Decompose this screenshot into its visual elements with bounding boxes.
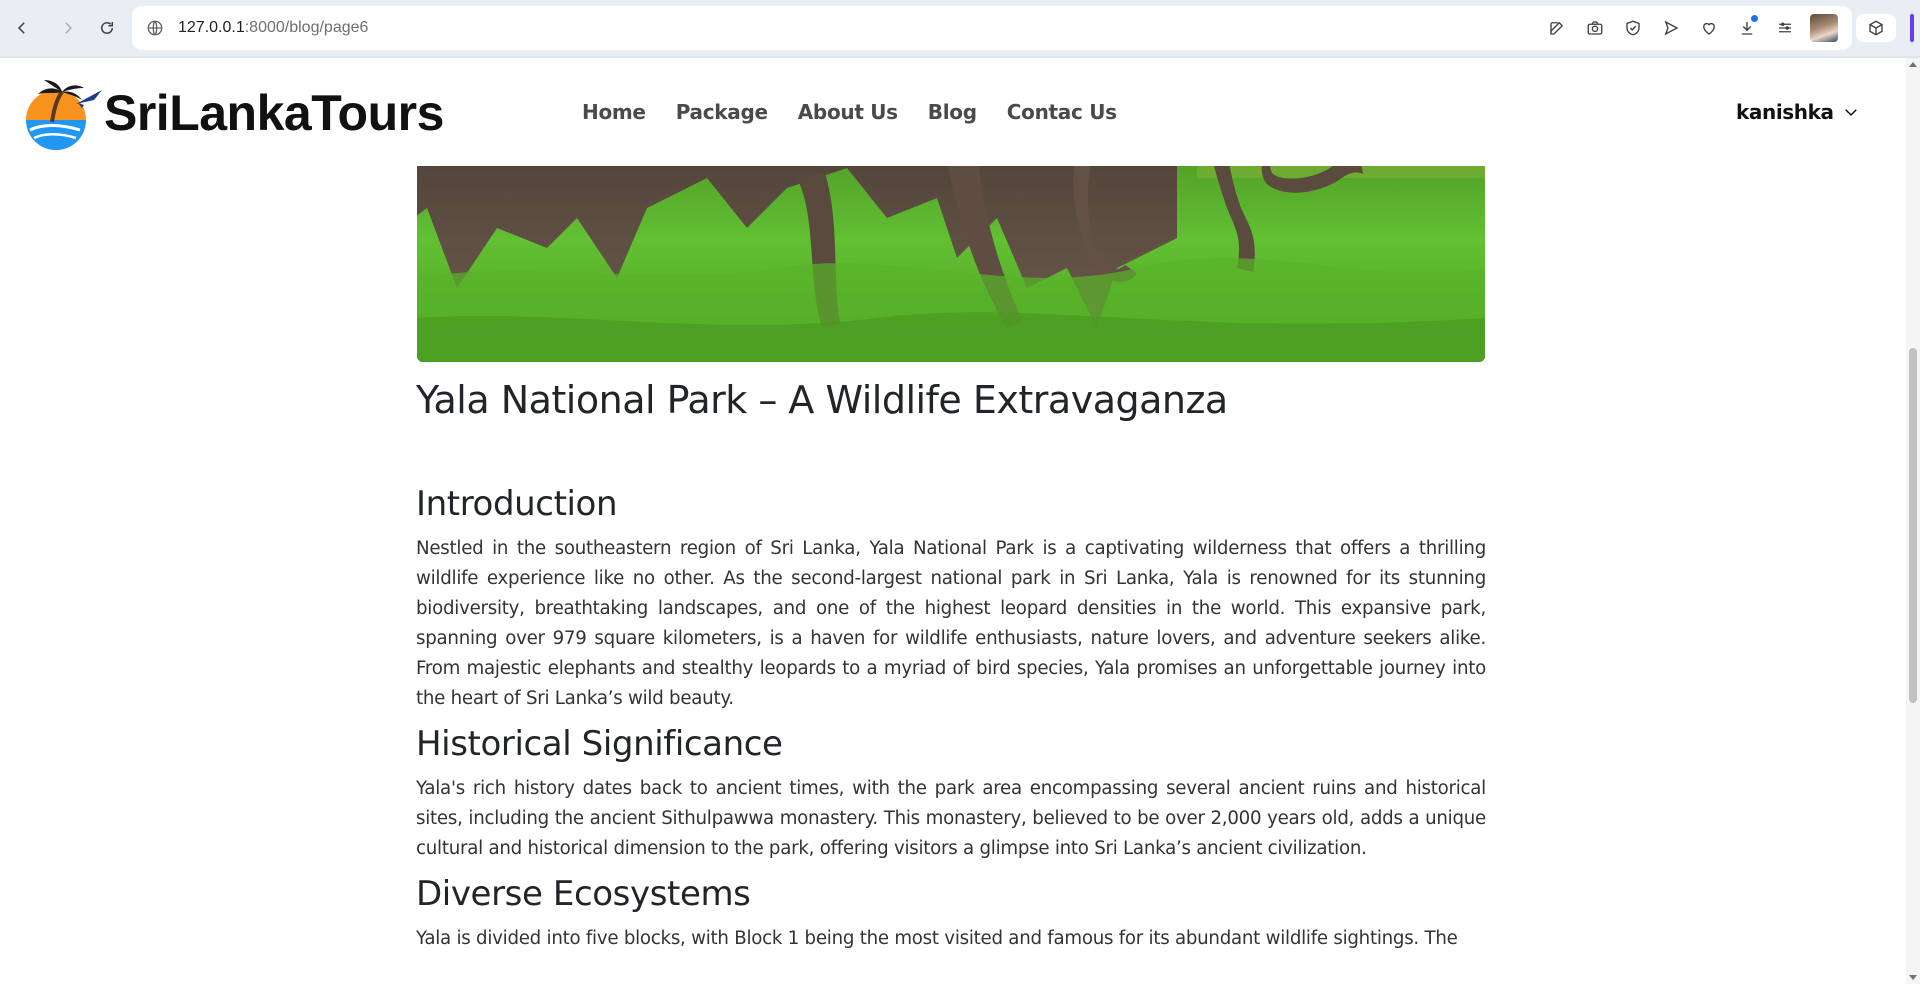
browser-toolbar: 127.0.0.1:8000/blog/page6 <box>0 0 1920 56</box>
user-menu[interactable]: kanishka <box>1736 100 1860 124</box>
back-icon <box>17 22 25 34</box>
section-body-diverse-ecosystems: Yala is divided into five blocks, with B… <box>416 928 1458 949</box>
user-name[interactable]: kanishka <box>1736 100 1834 124</box>
forward-button[interactable] <box>54 14 82 42</box>
scroll-up-arrow[interactable] <box>1909 62 1917 67</box>
reload-icon <box>101 22 113 34</box>
nav-about-us[interactable]: About Us <box>783 100 913 124</box>
scroll-thumb[interactable] <box>1909 348 1917 703</box>
camera-icon[interactable] <box>1582 15 1608 41</box>
profile-avatar[interactable] <box>1810 14 1838 42</box>
section-body-introduction: Nestled in the southeastern region of Sr… <box>416 538 1486 709</box>
extensions-button[interactable] <box>1856 14 1896 42</box>
scroll-down-arrow[interactable] <box>1909 975 1917 980</box>
download-icon[interactable] <box>1734 15 1760 41</box>
section-body-historical-significance: Yala's rich history dates back to ancien… <box>416 778 1486 859</box>
nav-contact-us[interactable]: Contac Us <box>992 100 1132 124</box>
nav-home[interactable]: Home <box>576 100 661 124</box>
nav-package[interactable]: Package <box>661 100 783 124</box>
site-header: SriLankaTours Home Package About Us Blog… <box>0 58 1906 166</box>
page-viewport: SriLankaTours Home Package About Us Blog… <box>0 58 1920 984</box>
brand-name[interactable]: SriLankaTours <box>104 84 444 142</box>
menu-icon[interactable] <box>1772 15 1798 41</box>
heart-icon[interactable] <box>1696 15 1722 41</box>
shield-check-icon[interactable] <box>1620 15 1646 41</box>
blog-article: Yala National Park – A Wildlife Extravag… <box>416 376 1486 954</box>
site-info-icon[interactable] <box>146 19 164 37</box>
page-scrollbar[interactable] <box>1906 58 1920 984</box>
url-host: 127.0.0.1 <box>178 19 245 36</box>
logo-icon[interactable] <box>18 76 104 150</box>
section-heading-diverse-ecosystems: Diverse Ecosystems <box>416 874 751 914</box>
address-bar-actions <box>1544 14 1838 42</box>
edit-icon[interactable] <box>1544 15 1570 41</box>
url-path: :8000/blog/page6 <box>244 19 369 36</box>
extensions-icon <box>1869 20 1883 36</box>
forward-icon <box>65 22 73 34</box>
section-heading-historical-significance: Historical Significance <box>416 724 783 764</box>
url-text: 127.0.0.1:8000/blog/page6 <box>178 19 368 37</box>
reload-button[interactable] <box>93 14 121 42</box>
nav-blog[interactable]: Blog <box>913 100 992 124</box>
article-title: Yala National Park – A Wildlife Extravag… <box>416 378 1228 422</box>
section-heading-introduction: Introduction <box>416 484 618 524</box>
main-nav: Home Package About Us Blog Contac Us <box>576 100 1132 124</box>
back-button[interactable] <box>8 14 36 42</box>
send-icon[interactable] <box>1658 15 1684 41</box>
chevron-down-icon[interactable] <box>1842 103 1860 121</box>
download-badge <box>1751 15 1758 22</box>
address-bar[interactable]: 127.0.0.1:8000/blog/page6 <box>132 6 1852 50</box>
side-panel-indicator[interactable] <box>1910 14 1914 42</box>
